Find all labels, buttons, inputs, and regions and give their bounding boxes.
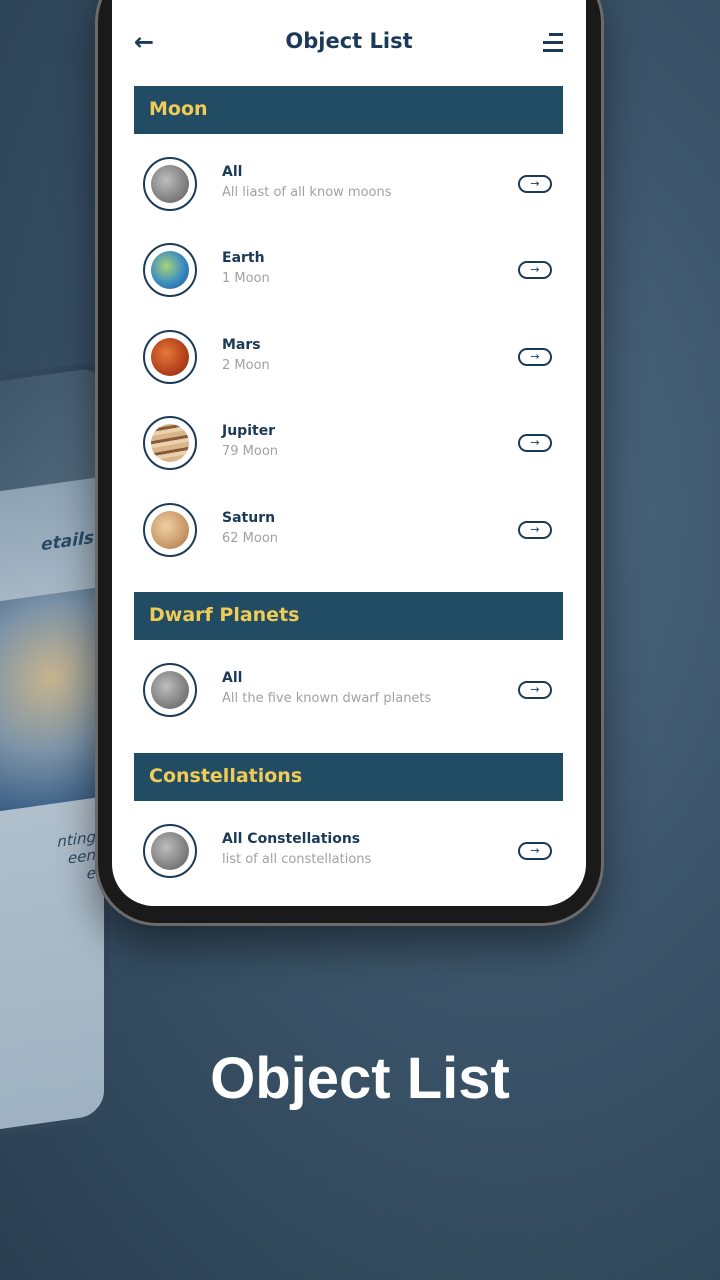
arrow-right-icon[interactable]: → [518,681,552,699]
list-item[interactable]: Earth 1 Moon → [112,230,586,310]
background-image [0,366,104,516]
item-subtitle: 79 Moon [222,444,279,459]
item-title: Mars [222,337,261,353]
list-item[interactable]: All Constellations list of all constella… [112,811,586,891]
promo-caption: Object List [210,1046,510,1111]
item-subtitle: 2 Moon [222,358,270,373]
mars-icon [143,330,197,384]
item-subtitle: 1 Moon [222,271,270,286]
item-subtitle: All the five known dwarf planets [222,691,432,706]
arrow-right-icon[interactable]: → [518,348,552,366]
earth-image [0,586,104,834]
saturn-icon [143,503,197,557]
item-title: All [222,670,243,686]
section-header: Moon [134,86,563,134]
menu-icon[interactable] [543,33,563,57]
arrow-right-icon[interactable]: → [518,434,552,452]
arrow-right-icon[interactable]: → [518,261,552,279]
phone-screen: ← Object List Moon All All liast of all … [112,0,586,906]
list-item[interactable]: Saturn 62 Moon → [112,490,586,570]
section-header: Constellations [134,753,563,801]
item-subtitle: 62 Moon [222,531,279,546]
list-item[interactable]: Jupiter 79 Moon → [112,403,586,483]
list-item[interactable]: All All the five known dwarf planets → [112,650,586,730]
details-heading-fragment: etails [41,527,94,556]
app-header: ← Object List [112,0,586,86]
section-header: Dwarf Planets [134,592,563,640]
page-title: Object List [285,29,413,53]
moon-rock-icon [143,824,197,878]
item-subtitle: list of all constellations [222,852,372,867]
moon-rock-icon [143,157,197,211]
item-subtitle: All liast of all know moons [222,185,392,200]
background-phone: etails nting een e [0,359,110,1161]
list-item[interactable]: All All liast of all know moons → [112,144,586,224]
jupiter-icon [143,416,197,470]
item-title: All [222,164,243,180]
item-title: Saturn [222,510,276,526]
arrow-right-icon[interactable]: → [518,175,552,193]
list-item[interactable]: Mars 2 Moon → [112,317,586,397]
item-title: Jupiter [222,423,276,439]
earth-icon [143,243,197,297]
arrow-right-icon[interactable]: → [518,842,552,860]
arrow-right-icon[interactable]: → [518,521,552,539]
moon-rock-icon [143,663,197,717]
description-fragment: nting een e [57,828,96,887]
item-title: Earth [222,250,265,266]
item-title: All Constellations [222,831,361,847]
text-line: e [86,863,96,883]
